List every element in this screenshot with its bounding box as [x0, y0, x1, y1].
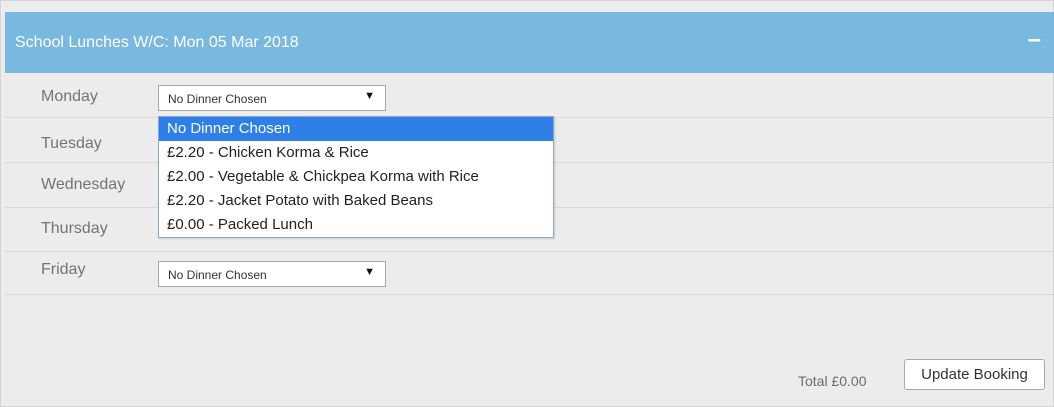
day-label: Friday	[41, 261, 86, 278]
day-label: Tuesday	[41, 135, 102, 152]
dropdown-option-jacket-potato[interactable]: £2.20 - Jacket Potato with Baked Beans	[159, 189, 553, 213]
meal-dropdown-list: No Dinner Chosen £2.20 - Chicken Korma &…	[158, 116, 554, 238]
update-booking-button[interactable]: Update Booking	[904, 359, 1045, 390]
collapse-icon[interactable]: –	[1028, 28, 1041, 52]
panel-header[interactable]: School Lunches W/C: Mon 05 Mar 2018 –	[5, 12, 1054, 73]
friday-meal-select[interactable]: No Dinner Chosen ▼	[158, 261, 386, 287]
total-amount: Total £0.00	[798, 373, 867, 389]
dropdown-option-vegetable-korma[interactable]: £2.00 - Vegetable & Chickpea Korma with …	[159, 165, 553, 189]
select-value: No Dinner Chosen	[168, 268, 267, 282]
day-label: Thursday	[41, 220, 108, 237]
dropdown-arrow-icon: ▼	[364, 266, 375, 278]
dropdown-option-no-dinner[interactable]: No Dinner Chosen	[159, 117, 553, 141]
monday-meal-select[interactable]: No Dinner Chosen ▼	[158, 85, 386, 111]
day-row-monday: Monday No Dinner Chosen ▼	[5, 73, 1054, 118]
day-row-friday: Friday No Dinner Chosen ▼	[5, 252, 1054, 295]
school-lunches-panel: School Lunches W/C: Mon 05 Mar 2018 – Mo…	[0, 0, 1054, 407]
day-label: Wednesday	[41, 176, 126, 193]
day-label: Monday	[41, 88, 98, 105]
panel-title: School Lunches W/C: Mon 05 Mar 2018	[15, 34, 299, 51]
dropdown-option-packed-lunch[interactable]: £0.00 - Packed Lunch	[159, 213, 553, 237]
select-value: No Dinner Chosen	[168, 92, 267, 106]
dropdown-arrow-icon: ▼	[364, 90, 375, 102]
dropdown-option-chicken-korma[interactable]: £2.20 - Chicken Korma & Rice	[159, 141, 553, 165]
